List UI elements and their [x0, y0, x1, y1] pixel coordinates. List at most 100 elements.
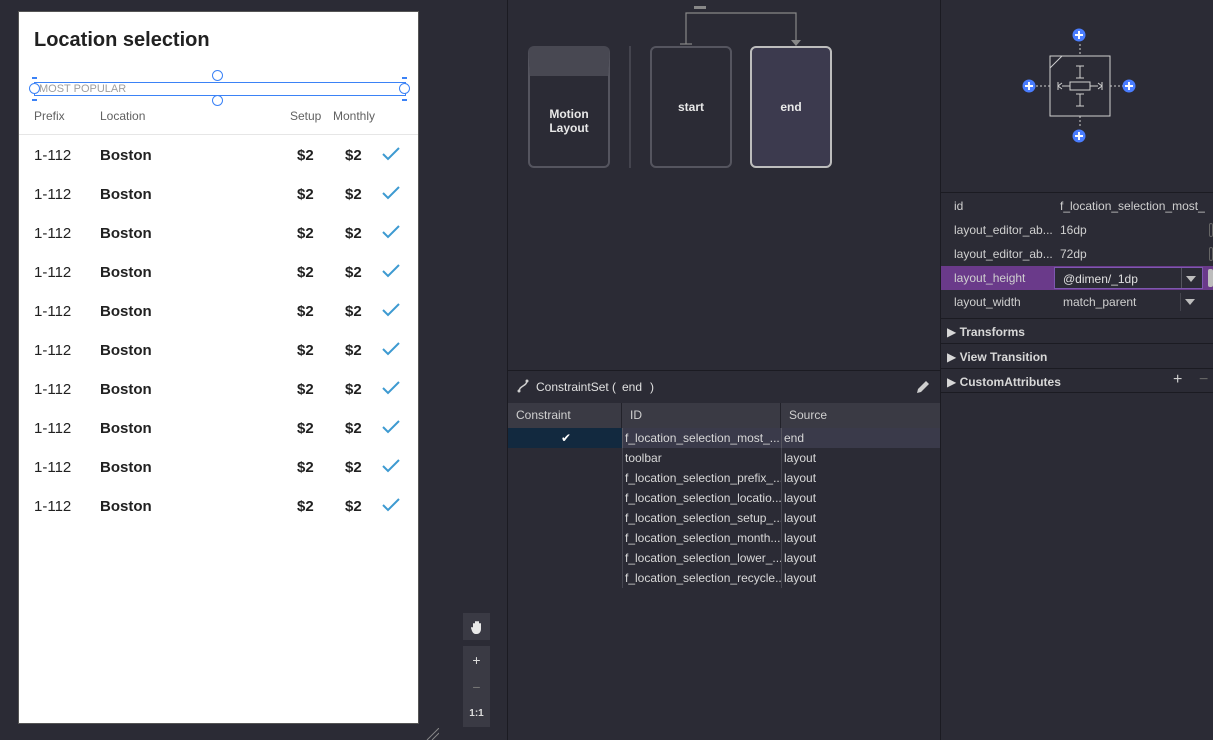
pan-tool-button[interactable]	[463, 613, 490, 640]
check-icon	[382, 264, 400, 278]
constraint-table: Constraint ID Source ✔ f_location_select…	[508, 403, 941, 588]
section-transforms[interactable]: ▶ Transforms	[941, 318, 1213, 343]
col-id[interactable]: ID	[622, 403, 781, 428]
location-row[interactable]: 1-112 Boston $2 $2	[19, 136, 418, 175]
row-source: layout	[781, 568, 941, 588]
row-id: f_location_selection_prefix_...	[622, 468, 781, 488]
design-canvas[interactable]: Location selection MOST POPULAR Prefix L…	[0, 0, 507, 740]
add-top-constraint-icon[interactable]	[1072, 28, 1086, 42]
attr-value[interactable]: 16dp	[1060, 223, 1210, 237]
motion-layout-card[interactable]: Motion Layout	[528, 46, 610, 168]
location-row[interactable]: 1-112 Boston $2 $2	[19, 487, 418, 526]
row-id: f_location_selection_most_...	[622, 428, 781, 448]
row-location: Boston	[100, 303, 152, 320]
attr-resource-picker[interactable]	[1208, 269, 1213, 287]
chevron-down-icon[interactable]	[1186, 276, 1196, 282]
selection-handle-top[interactable]	[212, 70, 223, 81]
section-custom-attributes[interactable]: ▶ CustomAttributes + −	[941, 368, 1213, 393]
row-setup: $2	[297, 303, 314, 320]
row-monthly: $2	[345, 498, 362, 515]
location-row[interactable]: 1-112 Boston $2 $2	[19, 292, 418, 331]
col-constraint[interactable]: Constraint	[508, 403, 622, 428]
attr-value[interactable]: 72dp	[1060, 247, 1210, 261]
col-source[interactable]: Source	[781, 403, 941, 428]
attr-value[interactable]: f_location_selection_most_	[1060, 199, 1210, 213]
row-constraint-check[interactable]	[508, 568, 622, 588]
location-row[interactable]: 1-112 Boston $2 $2	[19, 175, 418, 214]
start-constraintset-card[interactable]: start	[650, 46, 732, 168]
table-row[interactable]: f_location_selection_setup_... layout	[508, 508, 941, 528]
row-prefix: 1-112	[34, 381, 72, 398]
row-setup: $2	[297, 498, 314, 515]
row-constraint-check[interactable]	[508, 528, 622, 548]
location-row[interactable]: 1-112 Boston $2 $2	[19, 214, 418, 253]
table-row[interactable]: f_location_selection_month... layout	[508, 528, 941, 548]
pencil-icon[interactable]	[915, 379, 931, 395]
row-prefix: 1-112	[34, 459, 72, 476]
location-row[interactable]: 1-112 Boston $2 $2	[19, 253, 418, 292]
table-row[interactable]: toolbar layout	[508, 448, 941, 468]
row-id: toolbar	[622, 448, 781, 468]
attr-key: id	[954, 199, 964, 213]
row-source: layout	[781, 528, 941, 548]
most-popular-label[interactable]: MOST POPULAR	[34, 82, 406, 96]
layout-height-value[interactable]: @dimen/_1dp	[1063, 272, 1138, 286]
check-icon	[382, 381, 400, 395]
header-setup: Setup	[290, 109, 322, 123]
section-label: ▶ View Transition	[947, 350, 1048, 364]
attr-row-layout-width[interactable]: layout_width match_parent	[941, 290, 1213, 314]
remove-attribute-button[interactable]: −	[1199, 371, 1208, 389]
row-constraint-check[interactable]: ✔	[508, 428, 622, 448]
location-row[interactable]: 1-112 Boston $2 $2	[19, 370, 418, 409]
row-constraint-check[interactable]	[508, 488, 622, 508]
attr-resource-picker[interactable]	[1209, 223, 1213, 237]
device-preview[interactable]: Location selection MOST POPULAR Prefix L…	[18, 11, 419, 724]
add-attribute-button[interactable]: +	[1173, 371, 1182, 389]
row-constraint-check[interactable]	[508, 508, 622, 528]
table-row[interactable]: ✔ f_location_selection_most_... end	[508, 428, 941, 448]
attr-row-layout-editor-absolutex[interactable]: layout_editor_ab... 16dp	[941, 218, 1213, 242]
attr-row-layout-height[interactable]: layout_height @dimen/_1dp	[941, 266, 1213, 290]
location-row[interactable]: 1-112 Boston $2 $2	[19, 409, 418, 448]
end-constraintset-card[interactable]: end	[750, 46, 832, 168]
add-end-constraint-icon[interactable]	[1122, 79, 1136, 93]
layout-height-input[interactable]: @dimen/_1dp	[1054, 267, 1203, 289]
chevron-down-icon[interactable]	[1185, 299, 1195, 305]
row-prefix: 1-112	[34, 303, 72, 320]
constraint-widget	[941, 0, 1213, 193]
row-location: Boston	[100, 498, 152, 515]
transition-arrow	[680, 6, 801, 46]
row-monthly: $2	[345, 381, 362, 398]
check-icon	[382, 420, 400, 434]
row-prefix: 1-112	[34, 186, 72, 203]
table-row[interactable]: f_location_selection_prefix_... layout	[508, 468, 941, 488]
selection-handle-bottom[interactable]	[212, 95, 223, 106]
row-constraint-check[interactable]	[508, 468, 622, 488]
table-row[interactable]: f_location_selection_lower_... layout	[508, 548, 941, 568]
table-row[interactable]: f_location_selection_locatio... layout	[508, 488, 941, 508]
zoom-in-button[interactable]: +	[463, 646, 490, 673]
section-label: ▶ Transforms	[947, 325, 1025, 339]
attr-row-layout-editor-absolutey[interactable]: layout_editor_ab... 72dp	[941, 242, 1213, 266]
motion-editor-panel: Motion Layout start end ConstraintSet ( …	[507, 0, 941, 740]
row-prefix: 1-112	[34, 420, 72, 437]
row-constraint-check[interactable]	[508, 548, 622, 568]
add-bottom-constraint-icon[interactable]	[1072, 129, 1086, 143]
row-location: Boston	[100, 186, 152, 203]
resize-grip-icon[interactable]	[425, 728, 439, 740]
row-constraint-check[interactable]	[508, 448, 622, 468]
selection-bracket-left	[32, 77, 37, 101]
section-view-transition[interactable]: ▶ View Transition	[941, 343, 1213, 368]
location-row[interactable]: 1-112 Boston $2 $2	[19, 331, 418, 370]
row-monthly: $2	[345, 342, 362, 359]
attr-resource-picker[interactable]	[1209, 247, 1213, 261]
motion-layout-label-2: Layout	[549, 121, 589, 135]
row-monthly: $2	[345, 186, 362, 203]
add-start-constraint-icon[interactable]	[1022, 79, 1036, 93]
table-row[interactable]: f_location_selection_recycle... layout	[508, 568, 941, 588]
zoom-reset-button[interactable]: 1:1	[463, 700, 490, 727]
zoom-out-button[interactable]: −	[463, 673, 490, 700]
location-row[interactable]: 1-112 Boston $2 $2	[19, 448, 418, 487]
row-source: layout	[781, 468, 941, 488]
attr-row-id[interactable]: id f_location_selection_most_	[941, 194, 1213, 218]
